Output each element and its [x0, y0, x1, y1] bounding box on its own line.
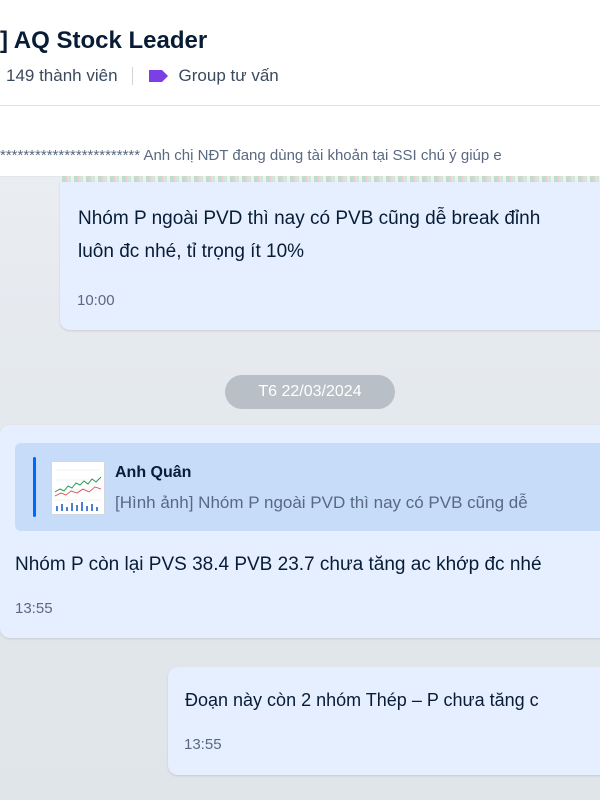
chart-thumbnail-icon	[51, 461, 105, 515]
chat-header: ] AQ Stock Leader 149 thành viên Group t…	[0, 0, 600, 106]
message-bubble[interactable]: Anh Quân [Hình ảnh] Nhóm P ngoài PVD thì…	[0, 425, 600, 638]
group-label[interactable]: Group tư vấn	[179, 66, 279, 86]
message-text-line: Nhóm P ngoài PVD thì nay có PVB cũng dễ …	[78, 208, 541, 229]
message-text: Nhóm P còn lại PVS 38.4 PVB 23.7 chưa tă…	[15, 554, 542, 575]
pinned-message-bar[interactable]: ************************ Anh chị NĐT đan…	[0, 106, 600, 177]
quoted-message[interactable]: Anh Quân [Hình ảnh] Nhóm P ngoài PVD thì…	[15, 443, 600, 531]
quote-accent-bar	[33, 457, 36, 517]
divider	[131, 67, 133, 85]
message-bubble[interactable]: Đoạn này còn 2 nhóm Thép – P chưa tăng c…	[168, 667, 600, 775]
date-divider: T6 22/03/2024	[225, 375, 395, 409]
pinned-message-text: ************************ Anh chị NĐT đan…	[0, 147, 502, 164]
message-time: 10:00	[77, 292, 115, 309]
message-bubble[interactable]: Nhóm P ngoài PVD thì nay có PVB cũng dễ …	[60, 182, 600, 330]
message-text: Đoạn này còn 2 nhóm Thép – P chưa tăng c	[185, 690, 539, 710]
message-time: 13:55	[184, 736, 222, 753]
quote-author: Anh Quân	[115, 464, 192, 481]
group-title[interactable]: ] AQ Stock Leader	[0, 27, 207, 55]
message-text-line: luôn đc nhé, tỉ trọng ít 10%	[78, 241, 305, 262]
group-meta: 149 thành viên Group tư vấn	[6, 66, 279, 86]
tag-icon	[148, 70, 168, 82]
quote-text: [Hình ảnh] Nhóm P ngoài PVD thì nay có P…	[115, 493, 528, 512]
message-time: 13:55	[15, 600, 53, 617]
member-count[interactable]: 149 thành viên	[6, 66, 118, 86]
